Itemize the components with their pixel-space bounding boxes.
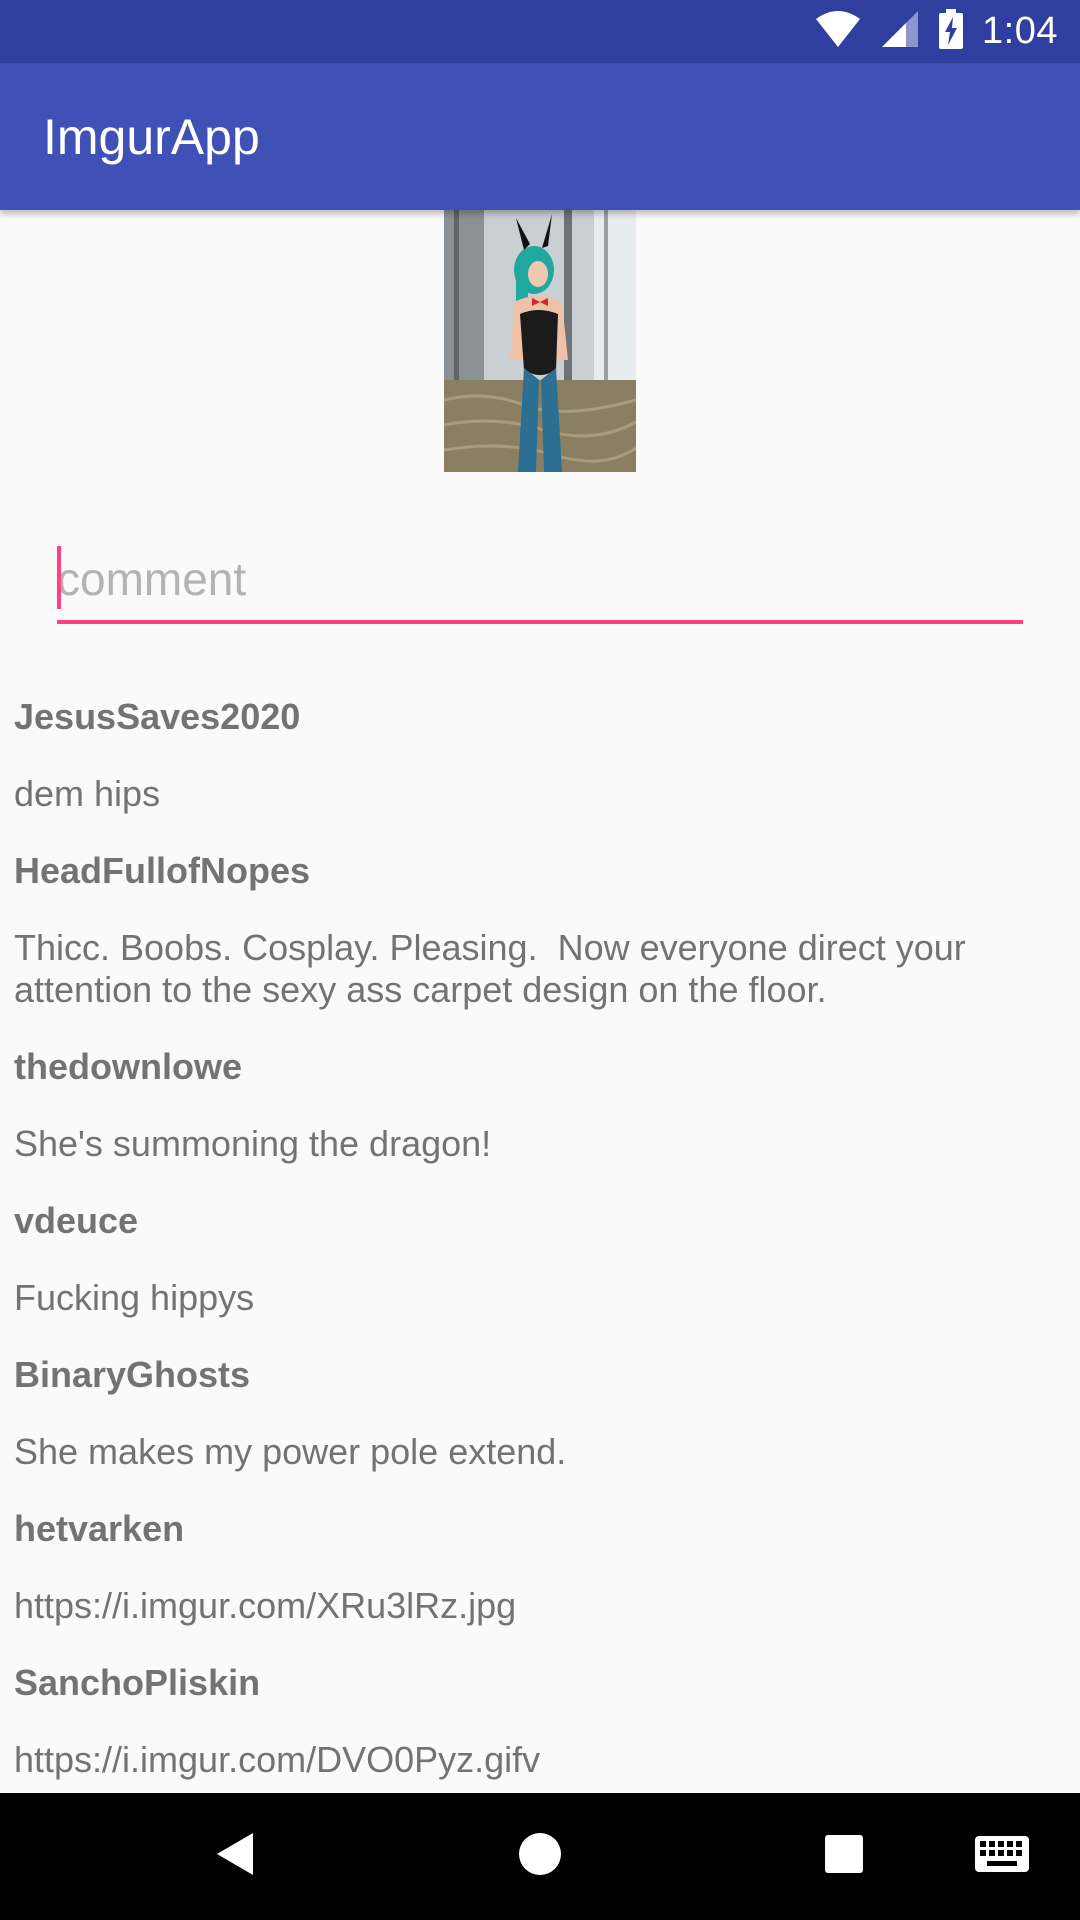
list-item: HeadFullofNopes Thicc. Boobs. Cosplay. P… xyxy=(14,850,1064,1011)
keyboard-icon xyxy=(975,1836,1029,1877)
back-button[interactable] xyxy=(196,1793,274,1920)
status-time: 1:04 xyxy=(982,10,1058,52)
comment-username: hetvarken xyxy=(14,1508,185,1549)
list-item: hetvarken https://i.imgur.com/XRu3lRz.jp… xyxy=(14,1508,1064,1627)
list-item: SanchoPliskin https://i.imgur.com/DVO0Py… xyxy=(14,1662,1064,1781)
comment-username: BinaryGhosts xyxy=(14,1354,251,1395)
home-icon xyxy=(518,1832,562,1881)
comment-link[interactable]: https://i.imgur.com/DVO0Pyz.gifv xyxy=(14,1739,1064,1781)
comment-link[interactable]: https://i.imgur.com/XRu3lRz.jpg xyxy=(14,1585,1064,1627)
comment-text: dem hips xyxy=(14,773,161,814)
keyboard-button[interactable] xyxy=(962,1793,1042,1920)
text-cursor xyxy=(57,546,61,609)
comments-list[interactable]: JesusSaves2020 dem hips HeadFullofNopes … xyxy=(14,696,1064,1816)
status-bar: 1:04 xyxy=(0,0,1080,63)
app-bar: ImgurApp xyxy=(0,63,1080,210)
comment-input[interactable] xyxy=(57,538,1023,624)
home-button[interactable] xyxy=(500,1793,580,1920)
comment-username: JesusSaves2020 xyxy=(14,696,301,737)
back-icon xyxy=(215,1831,255,1882)
comment-text: She makes my power pole extend. xyxy=(14,1431,567,1472)
list-item: BinaryGhosts She makes my power pole ext… xyxy=(14,1354,1064,1473)
comment-username: SanchoPliskin xyxy=(14,1662,261,1703)
recents-icon xyxy=(824,1834,864,1879)
list-item: JesusSaves2020 dem hips xyxy=(14,696,1064,815)
recents-button[interactable] xyxy=(804,1793,884,1920)
navigation-bar xyxy=(0,1793,1080,1920)
list-item: vdeuce Fucking hippys xyxy=(14,1200,1064,1319)
comment-text: Thicc. Boobs. Cosplay. Pleasing. Now eve… xyxy=(14,927,976,1010)
post-image[interactable] xyxy=(444,210,636,472)
comment-username: thedownlowe xyxy=(14,1046,242,1087)
comment-text: She's summoning the dragon! xyxy=(14,1123,492,1164)
list-item: thedownlowe She's summoning the dragon! xyxy=(14,1046,1064,1165)
app-title: ImgurApp xyxy=(43,109,260,165)
wifi-icon xyxy=(814,9,862,54)
comment-username: vdeuce xyxy=(14,1200,139,1241)
comment-text: Fucking hippys xyxy=(14,1277,255,1318)
comment-username: HeadFullofNopes xyxy=(14,850,311,891)
battery-charging-icon xyxy=(938,9,964,54)
cell-signal-icon xyxy=(880,9,920,54)
status-icons: 1:04 xyxy=(814,0,1058,63)
